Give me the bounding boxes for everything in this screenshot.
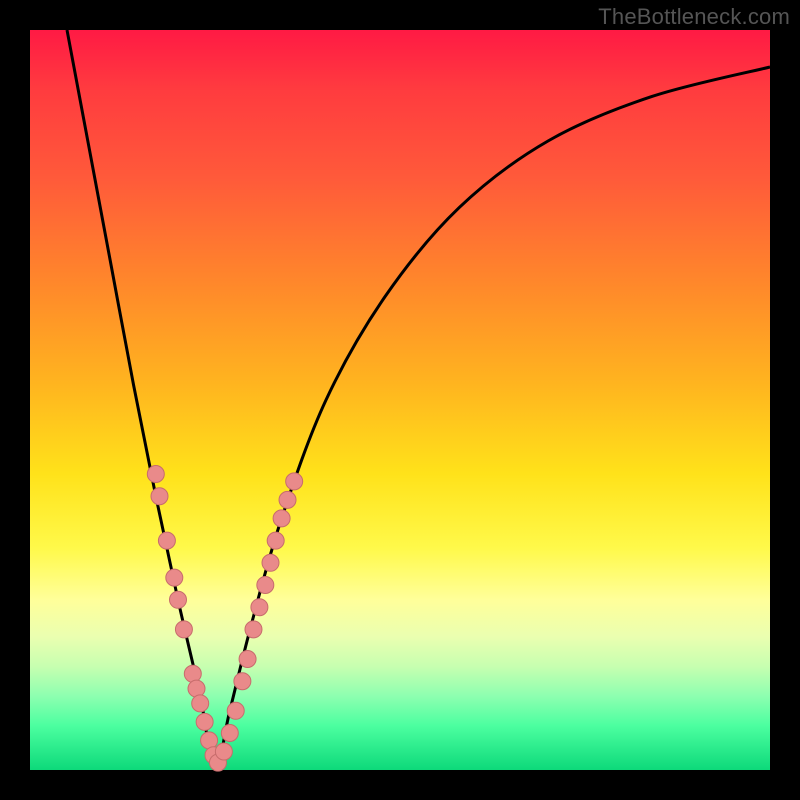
- marker-dot: [192, 695, 209, 712]
- marker-dot: [175, 621, 192, 638]
- marker-dot: [221, 725, 238, 742]
- marker-dot: [257, 577, 274, 594]
- marker-dot: [273, 510, 290, 527]
- chart-svg: [30, 30, 770, 770]
- marker-dot: [151, 488, 168, 505]
- watermark-text: TheBottleneck.com: [598, 4, 790, 30]
- marker-dot: [170, 591, 187, 608]
- marker-dot: [147, 466, 164, 483]
- marker-dot: [234, 673, 251, 690]
- chart-frame: TheBottleneck.com: [0, 0, 800, 800]
- marker-dot: [215, 743, 232, 760]
- marker-group: [147, 466, 302, 772]
- marker-dot: [166, 569, 183, 586]
- marker-dot: [267, 532, 284, 549]
- marker-dot: [251, 599, 268, 616]
- marker-dot: [262, 554, 279, 571]
- marker-dot: [188, 680, 205, 697]
- plot-area: [30, 30, 770, 770]
- marker-dot: [239, 651, 256, 668]
- marker-dot: [196, 713, 213, 730]
- marker-dot: [158, 532, 175, 549]
- marker-dot: [245, 621, 262, 638]
- bottleneck-curve: [67, 30, 770, 770]
- marker-dot: [184, 665, 201, 682]
- marker-dot: [286, 473, 303, 490]
- marker-dot: [227, 702, 244, 719]
- marker-dot: [279, 491, 296, 508]
